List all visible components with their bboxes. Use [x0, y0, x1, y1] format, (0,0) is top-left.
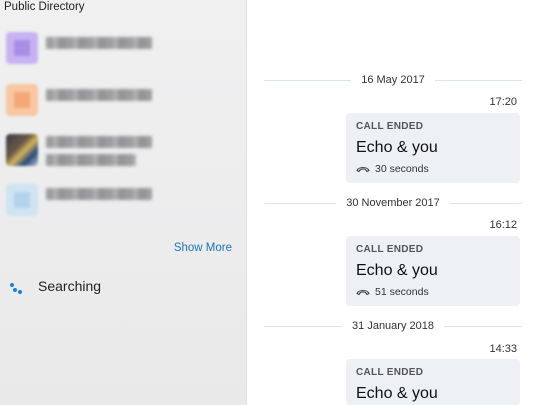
avatar [6, 184, 38, 216]
show-more-link[interactable]: Show More [174, 242, 232, 254]
call-card[interactable]: CALL ENDED Echo & you 51 seconds [346, 236, 520, 306]
date-label: 31 January 2018 [352, 320, 434, 332]
avatar [6, 84, 38, 116]
duration-text: 30 seconds [375, 163, 429, 175]
date-label: 30 November 2017 [346, 197, 440, 209]
contact-name-redacted [46, 37, 152, 49]
spinner-icon [10, 278, 26, 294]
contact-name-redacted [46, 136, 152, 148]
contact-detail-redacted [46, 154, 136, 166]
call-duration: 30 seconds [356, 163, 510, 175]
message-time: 14:33 [489, 343, 517, 355]
sidebar: Public Directory Show More Searching [0, 0, 247, 405]
searching-indicator: Searching [10, 277, 101, 295]
call-duration: 51 seconds [356, 286, 510, 298]
phone-hangup-icon [356, 166, 370, 173]
call-status: CALL ENDED [356, 367, 424, 378]
date-label: 16 May 2017 [361, 74, 425, 86]
date-divider: 16 May 2017 [264, 73, 523, 87]
contact-item[interactable] [6, 134, 236, 170]
call-card[interactable]: CALL ENDED Echo & you [346, 359, 520, 405]
searching-label: Searching [38, 278, 102, 294]
phone-hangup-icon [356, 289, 370, 296]
call-title: Echo & you [356, 139, 438, 156]
contact-name-redacted [46, 89, 152, 101]
call-status: CALL ENDED [356, 244, 424, 255]
avatar [6, 32, 38, 64]
call-card[interactable]: CALL ENDED Echo & you 30 seconds [346, 113, 520, 183]
avatar [6, 134, 38, 166]
duration-text: 51 seconds [375, 286, 429, 298]
contact-name-redacted [46, 188, 152, 200]
call-title: Echo & you [356, 385, 438, 402]
message-time: 16:12 [489, 219, 517, 231]
date-divider: 31 January 2018 [264, 319, 523, 333]
contact-item[interactable] [6, 32, 236, 68]
call-title: Echo & you [356, 262, 438, 279]
chat-history: 16 May 2017 17:20 CALL ENDED Echo & you … [248, 0, 536, 405]
contact-item[interactable] [6, 84, 236, 120]
call-status: CALL ENDED [356, 121, 424, 132]
message-time: 17:20 [489, 96, 517, 108]
directory-title: Public Directory [4, 1, 85, 13]
date-divider: 30 November 2017 [264, 196, 522, 210]
contact-item[interactable] [6, 184, 236, 220]
